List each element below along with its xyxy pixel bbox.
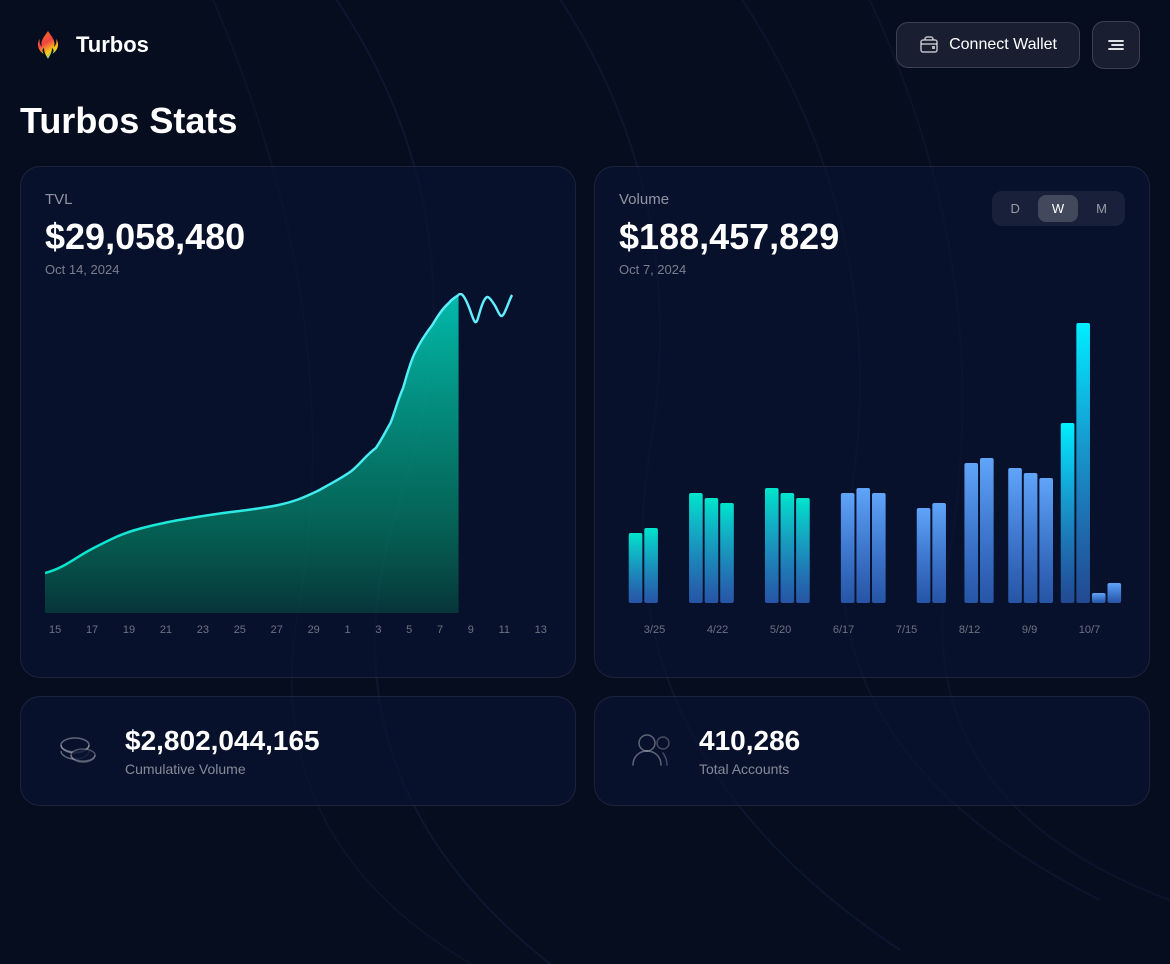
x-label: 13: [535, 624, 547, 636]
x-label: 4/22: [707, 624, 728, 636]
coins-icon: [53, 725, 105, 777]
menu-icon: [1106, 35, 1126, 55]
users-icon: [627, 725, 679, 777]
x-label: 10/7: [1079, 624, 1100, 636]
x-label: 9/9: [1022, 624, 1037, 636]
x-label: 17: [86, 624, 98, 636]
volume-card: Volume $188,457,829 Oct 7, 2024 D W M: [594, 166, 1150, 678]
tvl-date: Oct 14, 2024: [45, 262, 551, 277]
period-button-m[interactable]: M: [1082, 195, 1121, 222]
page-title: Turbos Stats: [20, 100, 1150, 142]
main-content: Turbos Stats TVL $29,058,480 Oct 14, 202…: [0, 90, 1170, 826]
stats-row: $2,802,044,165 Cumulative Volume 410,286…: [20, 696, 1150, 806]
header: Turbos Connect Wallet: [0, 0, 1170, 90]
tvl-x-labels: 15 17 19 21 23 25 27 29 1 3 5 7 9 11 13: [45, 624, 551, 636]
cumulative-volume-card: $2,802,044,165 Cumulative Volume: [20, 696, 576, 806]
total-accounts-card: 410,286 Total Accounts: [594, 696, 1150, 806]
x-label: 19: [123, 624, 135, 636]
x-label: 15: [49, 624, 61, 636]
tvl-chart: 15 17 19 21 23 25 27 29 1 3 5 7 9 11 13: [45, 293, 551, 653]
x-label: 11: [499, 624, 510, 636]
x-label: 3: [375, 624, 381, 636]
logo: Turbos: [30, 27, 149, 63]
total-accounts-value: 410,286: [699, 725, 800, 757]
total-accounts-info: 410,286 Total Accounts: [699, 725, 800, 777]
period-button-w[interactable]: W: [1038, 195, 1078, 222]
x-label: 7: [437, 624, 443, 636]
tvl-label: TVL: [45, 191, 551, 208]
x-label: 5: [406, 624, 412, 636]
cumulative-volume-info: $2,802,044,165 Cumulative Volume: [125, 725, 320, 777]
x-label: 23: [197, 624, 209, 636]
x-label: 27: [271, 624, 283, 636]
volume-x-labels: 3/25 4/22 5/20 6/17 7/15 8/12 9/9 10/7: [619, 624, 1125, 636]
x-label: 3/25: [644, 624, 665, 636]
connect-wallet-button[interactable]: Connect Wallet: [896, 22, 1080, 68]
connect-wallet-label: Connect Wallet: [949, 36, 1057, 54]
logo-icon: [30, 27, 66, 63]
volume-date: Oct 7, 2024: [619, 262, 1125, 277]
x-label: 6/17: [833, 624, 854, 636]
total-accounts-label: Total Accounts: [699, 761, 800, 777]
cumulative-volume-label: Cumulative Volume: [125, 761, 320, 777]
tvl-card: TVL $29,058,480 Oct 14, 2024: [20, 166, 576, 678]
x-label: 9: [468, 624, 474, 636]
period-button-d[interactable]: D: [996, 195, 1033, 222]
logo-text: Turbos: [76, 32, 149, 58]
volume-chart: 3/25 4/22 5/20 6/17 7/15 8/12 9/9 10/7: [619, 293, 1125, 653]
top-cards-row: TVL $29,058,480 Oct 14, 2024: [20, 166, 1150, 678]
tvl-value: $29,058,480: [45, 216, 551, 258]
period-buttons: D W M: [992, 191, 1125, 226]
x-label: 21: [160, 624, 172, 636]
x-label: 29: [308, 624, 320, 636]
cumulative-volume-value: $2,802,044,165: [125, 725, 320, 757]
menu-button[interactable]: [1092, 21, 1140, 69]
x-label: 25: [234, 624, 246, 636]
wallet-icon: [919, 35, 939, 55]
x-label: 8/12: [959, 624, 980, 636]
x-label: 1: [345, 624, 351, 636]
x-label: 7/15: [896, 624, 917, 636]
header-right: Connect Wallet: [896, 21, 1140, 69]
x-label: 5/20: [770, 624, 791, 636]
